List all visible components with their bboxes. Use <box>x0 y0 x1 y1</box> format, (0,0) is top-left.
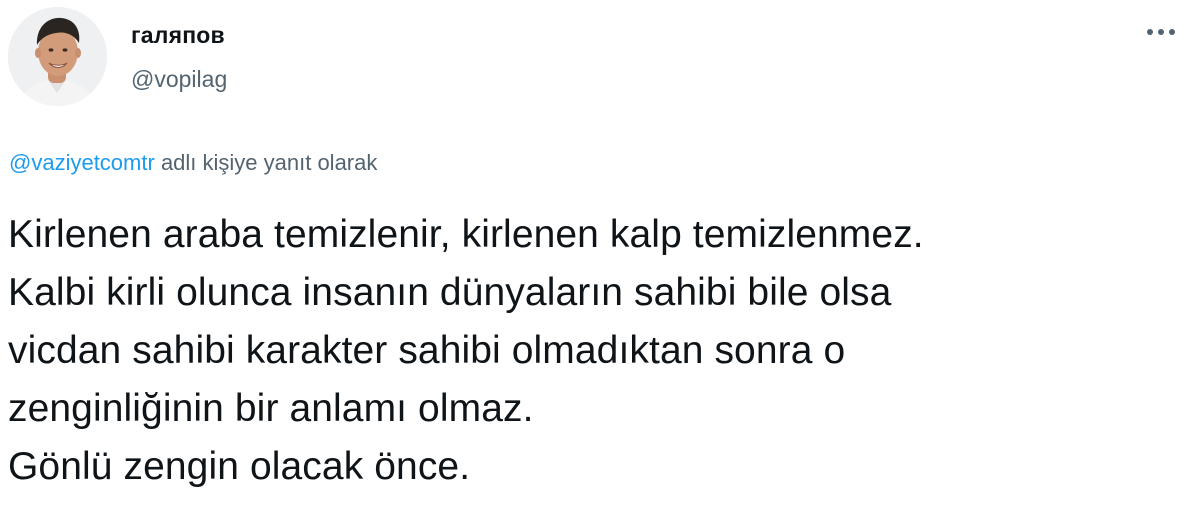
tweet-text: Kirlenen araba temizlenir, kirlenen kalp… <box>8 206 1188 496</box>
tweet-text-line: Kalbi kirli olunca insanın dünyaların sa… <box>8 271 892 314</box>
avatar[interactable] <box>8 7 107 106</box>
author-handle[interactable]: @vopilag <box>131 66 227 93</box>
tweet-text-line: Kirlenen araba temizlenir, kirlenen kalp… <box>8 213 924 256</box>
more-horizontal-icon <box>1147 29 1175 35</box>
more-options-button[interactable] <box>1141 20 1181 44</box>
reply-mention-link[interactable]: @vaziyetcomtr <box>9 150 155 175</box>
tweet-text-line: zenginliğinin bir anlamı olmaz. <box>8 387 534 430</box>
author-display-name[interactable]: галяпов <box>131 22 225 49</box>
reply-context-text: adlı kişiye yanıt olarak <box>160 150 378 175</box>
reply-context: @vaziyetcomtr adlı kişiye yanıt olarak <box>9 150 377 176</box>
tweet-card: галяпов @vopilag @vaziyetcomtr adlı kişi… <box>0 0 1200 506</box>
tweet-text-line: vicdan sahibi karakter sahibi olmadıktan… <box>8 329 846 372</box>
tweet-text-line: Gönlü zengin olacak önce. <box>8 445 471 488</box>
user-avatar-icon <box>8 7 107 106</box>
